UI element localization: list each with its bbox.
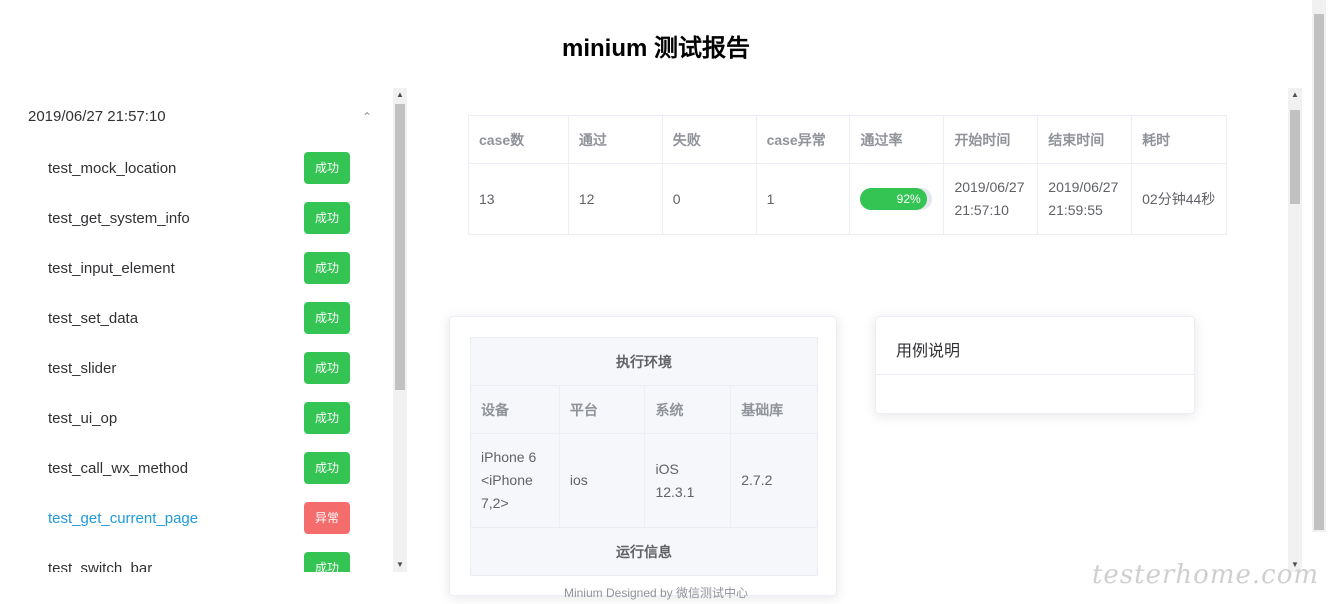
case-list-item[interactable]: test_get_current_page 异常: [48, 502, 352, 536]
pass-rate-cell: 92%: [849, 163, 945, 235]
env-header-platform: 平台: [558, 385, 646, 434]
main-scroll-thumb[interactable]: [1290, 110, 1300, 204]
env-header-lib: 基础库: [730, 385, 818, 434]
case-name[interactable]: test_ui_op: [48, 410, 117, 427]
case-name[interactable]: test_call_wx_method: [48, 460, 188, 477]
header-failed: 失败: [661, 115, 757, 164]
environment-section-title: 执行环境: [470, 337, 818, 386]
case-name[interactable]: test_input_element: [48, 260, 175, 277]
header-case-count: case数: [468, 115, 569, 164]
watermark: testerhome.com: [1091, 560, 1319, 590]
case-status-badge: 成功: [304, 452, 350, 484]
scroll-up-arrow-icon[interactable]: ▲: [1288, 88, 1302, 102]
header-errors: case异常: [755, 115, 851, 164]
summary-value-row: 13 12 0 1 92% 2019/06/27 21:57:10 2019/0…: [468, 163, 1227, 235]
env-system-value: iOS 12.3.1: [644, 433, 732, 528]
duration-value: 02分钟44秒: [1131, 163, 1227, 235]
page-title: minium 测试报告: [561, 35, 750, 62]
header-end-time: 结束时间: [1037, 115, 1133, 164]
chevron-up-icon[interactable]: ⌃: [362, 110, 372, 124]
case-name[interactable]: test_switch_bar: [48, 560, 152, 572]
case-list-item[interactable]: test_switch_bar 成功: [48, 552, 352, 572]
case-name[interactable]: test_slider: [48, 360, 116, 377]
pass-rate-progress-bar: 92%: [860, 188, 933, 210]
description-card: 用例说明: [875, 316, 1195, 414]
sidebar-scrollbar[interactable]: ▲ ▼: [393, 88, 407, 572]
case-status-badge: 成功: [304, 402, 350, 434]
description-title: 用例说明: [876, 317, 1194, 375]
case-list-item[interactable]: test_ui_op 成功: [48, 402, 352, 436]
header-pass-rate: 通过率: [849, 115, 945, 164]
case-name[interactable]: test_get_current_page: [48, 510, 198, 527]
pass-rate-fill: 92%: [860, 188, 927, 210]
case-list-item[interactable]: test_slider 成功: [48, 352, 352, 386]
case-name[interactable]: test_set_data: [48, 310, 138, 327]
case-list-item[interactable]: test_call_wx_method 成功: [48, 452, 352, 486]
case-list-item[interactable]: test_get_system_info 成功: [48, 202, 352, 236]
case-status-badge: 成功: [304, 552, 350, 572]
summary-table: case数 通过 失败 case异常 通过率 开始时间 结束时间 耗时 13 1…: [468, 115, 1227, 235]
failed-value: 0: [661, 163, 757, 235]
case-status-badge: 成功: [304, 152, 350, 184]
run-group-time: 2019/06/27 21:57:10: [28, 108, 166, 125]
errors-value: 1: [755, 163, 851, 235]
window-scrollbar[interactable]: [1312, 0, 1326, 532]
case-status-badge: 成功: [304, 352, 350, 384]
start-time-value: 2019/06/27 21:57:10: [943, 163, 1039, 235]
case-status-badge: 异常: [304, 502, 350, 534]
env-header-device: 设备: [470, 385, 560, 434]
case-name[interactable]: test_get_system_info: [48, 210, 190, 227]
sidebar-scroll-thumb[interactable]: [395, 104, 405, 390]
env-platform-value: ios: [558, 433, 646, 528]
header-passed: 通过: [567, 115, 663, 164]
scroll-up-arrow-icon[interactable]: ▲: [393, 88, 407, 102]
main-scrollbar[interactable]: ▲ ▼: [1288, 88, 1302, 572]
env-device-value: iPhone 6 <iPhone 7,2>: [470, 433, 560, 528]
case-list-item[interactable]: test_set_data 成功: [48, 302, 352, 336]
header-start-time: 开始时间: [943, 115, 1039, 164]
case-list-item[interactable]: test_input_element 成功: [48, 252, 352, 286]
scroll-down-arrow-icon[interactable]: ▼: [393, 558, 407, 572]
case-status-badge: 成功: [304, 252, 350, 284]
case-list-item[interactable]: test_mock_location 成功: [48, 152, 352, 186]
env-header-system: 系统: [644, 385, 732, 434]
passed-value: 12: [567, 163, 663, 235]
header-duration: 耗时: [1131, 115, 1227, 164]
env-lib-value: 2.7.2: [730, 433, 818, 528]
end-time-value: 2019/06/27 21:59:55: [1037, 163, 1133, 235]
case-sidebar: 2019/06/27 21:57:10 ⌃ test_mock_location…: [0, 88, 408, 572]
window-scroll-thumb[interactable]: [1314, 14, 1324, 530]
run-group-header[interactable]: 2019/06/27 21:57:10 ⌃: [28, 108, 372, 128]
environment-card: 执行环境 设备 平台 系统 基础库 iPhone 6 <iPhone 7,2> …: [449, 316, 837, 596]
case-count-value: 13: [468, 163, 569, 235]
run-info-section-title: 运行信息: [470, 527, 818, 576]
summary-header-row: case数 通过 失败 case异常 通过率 开始时间 结束时间 耗时: [468, 115, 1227, 164]
case-status-badge: 成功: [304, 202, 350, 234]
environment-table: 执行环境 设备 平台 系统 基础库 iPhone 6 <iPhone 7,2> …: [470, 337, 818, 576]
case-name[interactable]: test_mock_location: [48, 160, 176, 177]
case-status-badge: 成功: [304, 302, 350, 334]
